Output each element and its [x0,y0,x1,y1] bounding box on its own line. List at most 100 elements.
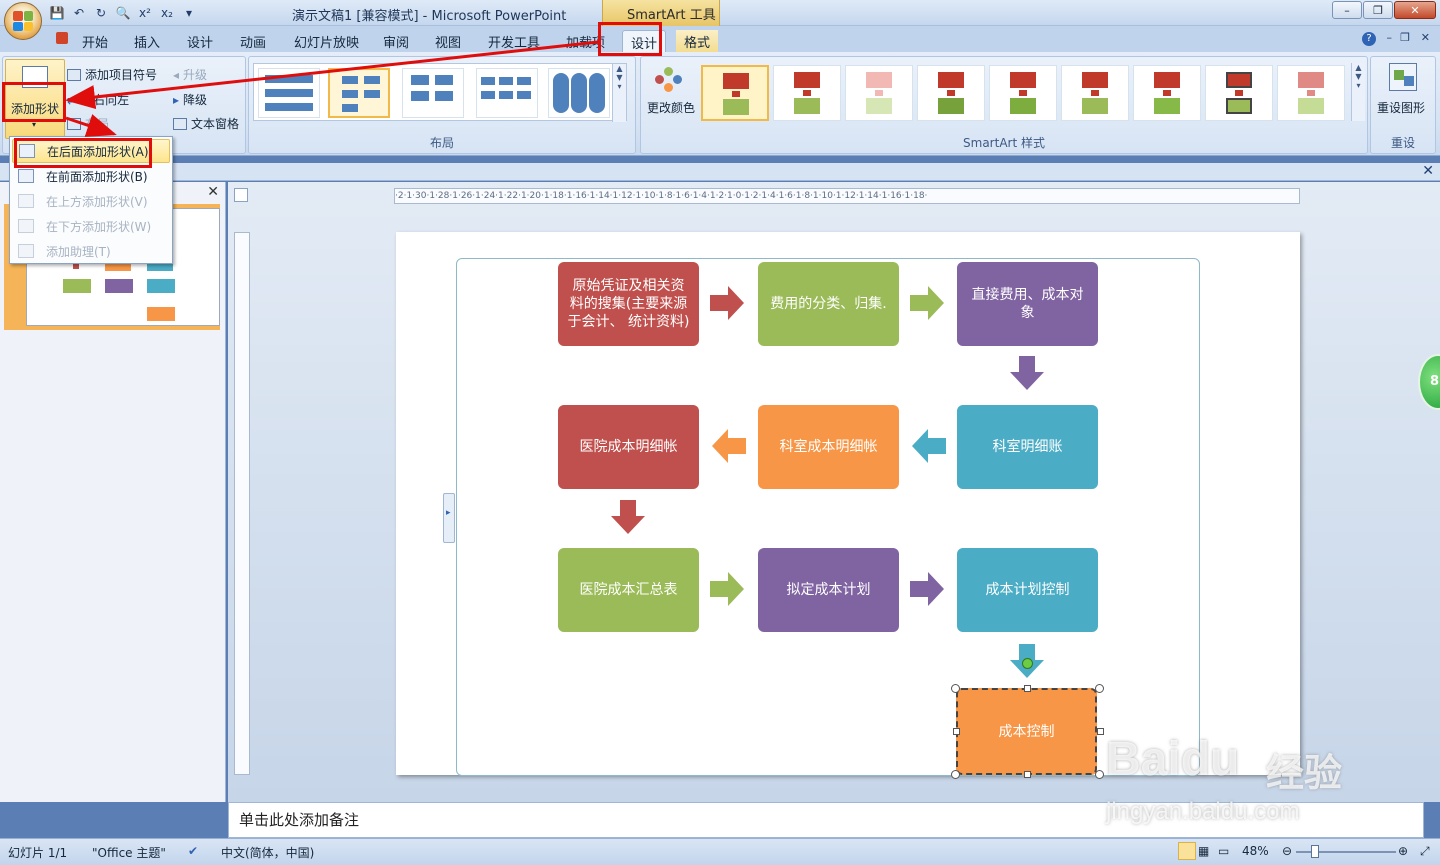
promote-button[interactable]: ◂ 升级 [173,66,207,83]
layout-button[interactable]: 布局 [67,115,109,132]
smartart-node-1[interactable]: 原始凭证及相关资料的搜集(主要来源于会计、 统计资料) [558,262,699,346]
smartart-node-10-selected[interactable]: 成本控制 [956,688,1097,775]
resize-handle[interactable] [1024,685,1031,692]
add-below-icon [18,219,34,233]
tab-home[interactable]: 开始 [74,30,116,52]
layouts-group: ▲ ▼ ▾ 布局 [248,56,636,154]
layout-thumb-4[interactable] [476,68,538,118]
layout-thumb-1[interactable] [258,68,320,118]
resize-handle[interactable] [1095,684,1104,693]
resize-handle[interactable] [951,770,960,779]
text-pane-button[interactable]: 文本窗格 [173,115,239,132]
layouts-gallery: ▲ ▼ ▾ [253,63,627,122]
reset-group: 重设图形 重设 [1370,56,1436,154]
smartart-node-2[interactable]: 费用的分类、归集. [758,262,899,346]
style-thumb-8[interactable] [1205,65,1273,121]
ribbon-close-icon[interactable]: ✕ [1421,31,1430,44]
tab-slideshow[interactable]: 幻灯片放映 [286,30,367,52]
superscript-icon[interactable]: x² [136,4,154,22]
minimize-button[interactable]: – [1332,1,1362,19]
resize-handle[interactable] [1095,770,1104,779]
menu-add-shape-below[interactable]: 在下方添加形状(W) [12,214,170,238]
style-thumb-4[interactable] [917,65,985,121]
zoom-out-icon[interactable]: ⊖ [1282,844,1292,858]
slide-sorter-icon[interactable]: ▦ [1198,844,1209,858]
zoom-in-icon[interactable]: ⊕ [1398,844,1408,858]
ribbon-tabs: 开始 插入 设计 动画 幻灯片放映 审阅 视图 开发工具 加载项 设计 格式 ?… [0,26,1440,52]
resize-handle[interactable] [1024,771,1031,778]
menu-add-assistant[interactable]: 添加助理(T) [12,239,170,263]
tab-smartart-format[interactable]: 格式 [676,30,719,52]
tab-design[interactable]: 设计 [179,30,221,52]
add-bullet-button[interactable]: 添加项目符号 [67,66,157,83]
spell-check-icon[interactable]: ✔ [188,844,198,858]
help-icon[interactable]: ? [1362,32,1376,46]
baidu-watermark: Baidu 经验 jingyan.baidu.com [1106,712,1366,842]
smartart-node-3[interactable]: 直接费用、成本对象 [957,262,1098,346]
style-thumb-9[interactable] [1277,65,1345,121]
tab-animations[interactable]: 动画 [232,30,274,52]
arrow-down-icon [1010,356,1044,390]
close-button[interactable]: ✕ [1394,1,1436,19]
print-preview-icon[interactable]: 🔍 [114,4,132,22]
layout-thumb-5[interactable] [548,68,610,118]
resize-handle[interactable] [1097,728,1104,735]
reset-graphic-button[interactable]: 重设图形 [1375,61,1433,127]
style-thumb-2[interactable] [773,65,841,121]
menu-add-shape-above[interactable]: 在上方添加形状(V) [12,189,170,213]
text-pane-icon [173,117,187,130]
layout-thumb-2[interactable] [328,68,390,118]
slides-pane-close-icon[interactable]: ✕ [207,184,219,200]
smartart-node-6[interactable]: 科室明细账 [957,405,1098,489]
normal-view-icon[interactable] [1178,842,1196,860]
ribbon-minimize-icon[interactable]: – [1387,31,1393,44]
style-thumb-7[interactable] [1133,65,1201,121]
smartart-node-9[interactable]: 成本计划控制 [957,548,1098,632]
maximize-button[interactable]: ❐ [1363,1,1393,19]
tab-review[interactable]: 审阅 [375,30,417,52]
style-thumb-5[interactable] [989,65,1057,121]
smartart-node-7[interactable]: 医院成本汇总表 [558,548,699,632]
tab-developer[interactable]: 开发工具 [480,30,548,52]
expand-arrow-icon: ▸ [446,508,451,518]
layout-thumb-3[interactable] [402,68,464,118]
change-colors-button[interactable]: 更改颜色 [645,63,697,129]
zoom-slider-thumb[interactable] [1311,845,1319,858]
styles-gallery-scroll[interactable]: ▲ ▼ ▾ [1351,63,1365,121]
layouts-gallery-scroll[interactable]: ▲ ▼ ▾ [612,64,626,122]
slideshow-view-icon[interactable]: ▭ [1218,844,1229,858]
rotate-handle[interactable] [1022,658,1033,669]
zoom-level[interactable]: 48% [1242,844,1269,858]
arrow-right-icon [710,572,744,606]
resize-handle[interactable] [953,728,960,735]
annotation-box-add-shape [2,82,66,122]
tab-insert[interactable]: 插入 [126,30,168,52]
redo-icon[interactable]: ↻ [92,4,110,22]
close-pane-icon[interactable]: ✕ [1422,163,1434,179]
smartart-node-8[interactable]: 拟定成本计划 [758,548,899,632]
resize-handle[interactable] [951,684,960,693]
arrow-right-icon [910,286,944,320]
office-button[interactable] [4,2,42,40]
customize-qat-icon[interactable]: ▾ [180,4,198,22]
text-pane-toggle[interactable]: ▸ [443,493,455,543]
save-icon[interactable]: 💾 [48,4,66,22]
language-indicator[interactable]: 中文(简体，中国) [221,844,314,861]
ruler-corner-icon[interactable] [234,188,248,202]
right-to-left-button[interactable]: ⇄ 从右向左 [67,91,129,108]
style-thumb-1[interactable] [701,65,769,121]
rtl-arrow-icon: ⇄ [67,92,78,107]
smartart-node-4[interactable]: 医院成本明细帐 [558,405,699,489]
style-thumb-6[interactable] [1061,65,1129,121]
smartart-node-5[interactable]: 科室成本明细帐 [758,405,899,489]
demote-button[interactable]: ▸ 降级 [173,91,207,108]
tab-view[interactable]: 视图 [427,30,469,52]
undo-icon[interactable]: ↶ [70,4,88,22]
vertical-ruler[interactable] [234,232,250,775]
horizontal-ruler[interactable]: ·2·1·30·1·28·1·26·1·24·1·22·1·20·1·18·1·… [394,188,1300,204]
fit-slide-icon[interactable]: ⤢ [1420,844,1430,859]
style-thumb-3[interactable] [845,65,913,121]
subscript-icon[interactable]: x₂ [158,4,176,22]
ribbon-restore-icon[interactable]: ❐ [1400,31,1410,44]
office-logo-icon [13,11,33,31]
